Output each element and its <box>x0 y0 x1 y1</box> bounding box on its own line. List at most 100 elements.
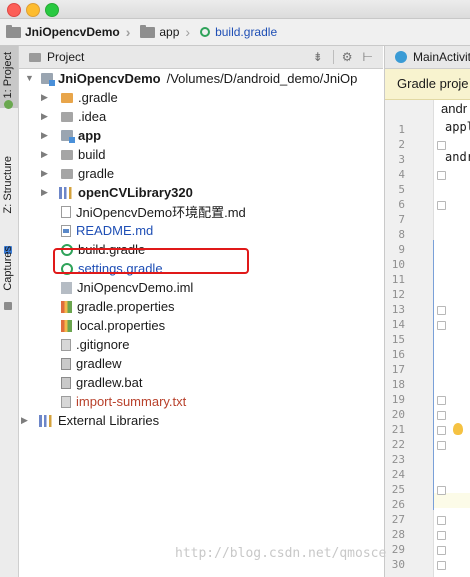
line-number: 4 <box>398 168 405 181</box>
breadcrumb-label: build.gradle <box>215 25 278 39</box>
tab-label: Z: Structure <box>2 156 14 214</box>
line-number: 20 <box>391 408 405 421</box>
line-number: 19 <box>391 393 405 406</box>
folder-icon <box>140 24 156 38</box>
tree-item[interactable]: gradlew <box>61 354 122 373</box>
collapsed-arrow-icon[interactable]: ▶ <box>41 130 48 141</box>
watermark: http://blog.csdn.net/qmosce <box>175 546 387 561</box>
line-number: 22 <box>391 438 405 451</box>
fold-marker-icon[interactable] <box>437 516 446 525</box>
project-tree: ▼ JniOpencvDemo /Volumes/D/android_demo/… <box>19 69 383 577</box>
folder-icon <box>61 93 73 103</box>
line-number: 21 <box>391 423 405 436</box>
tree-item[interactable]: ▶ build <box>41 145 105 164</box>
tree-item[interactable]: README.md <box>61 221 153 240</box>
hide-panel-icon[interactable]: ⊢ <box>363 50 373 64</box>
code-line[interactable]: appl <box>445 120 470 134</box>
banner-text: Gradle proje <box>397 76 469 91</box>
editor-pane: MainActivit Gradle proje andr 1234567891… <box>384 46 470 577</box>
breadcrumb: JniOpencvDemo › app › build.gradle <box>0 19 470 46</box>
fold-marker-icon[interactable] <box>437 321 446 330</box>
folder-icon <box>6 24 21 38</box>
fold-marker-icon[interactable] <box>437 426 446 435</box>
library-module-icon <box>59 186 73 199</box>
fold-marker-icon[interactable] <box>437 201 446 210</box>
tree-root[interactable]: ▼ JniOpencvDemo /Volumes/D/android_demo/… <box>25 69 357 88</box>
tree-item-label: JniOpencvDemo <box>58 71 161 86</box>
fold-marker-icon[interactable] <box>437 546 446 555</box>
tab-main-activity[interactable]: MainActivit <box>413 50 470 64</box>
tree-item-label: .gitignore <box>76 337 130 352</box>
tab-project[interactable]: 1: Project <box>0 46 18 109</box>
collapsed-arrow-icon[interactable]: ▶ <box>21 415 28 426</box>
line-number: 24 <box>391 468 405 481</box>
tree-item[interactable]: ▶ app <box>41 126 101 145</box>
breadcrumb-label: app <box>159 25 180 39</box>
banner-button[interactable]: andr <box>441 101 467 116</box>
highlight-box <box>53 248 249 274</box>
lightbulb-icon[interactable] <box>453 423 463 435</box>
tree-item[interactable]: ▶ gradle <box>41 164 114 183</box>
tree-item-label: External Libraries <box>58 413 160 428</box>
markdown-file-icon <box>61 224 71 237</box>
left-tool-strip: 1: Project Z: Structure Captures <box>0 46 19 577</box>
project-view-icon <box>29 52 41 62</box>
indent-guide <box>433 240 434 510</box>
line-number: 17 <box>391 363 405 376</box>
collapse-all-icon[interactable]: ⇟ <box>313 50 323 64</box>
fold-marker-icon[interactable] <box>437 306 446 315</box>
line-number: 1 <box>398 123 405 136</box>
tab-structure[interactable]: Z: Structure <box>0 156 18 256</box>
tree-item[interactable]: ▶ .idea <box>41 107 106 126</box>
fold-marker-icon[interactable] <box>437 441 446 450</box>
folder-icon <box>61 150 73 160</box>
tree-item-label: openCVLibrary320 <box>78 185 193 200</box>
tree-item[interactable]: gradle.properties <box>61 297 175 316</box>
gear-icon[interactable]: ⚙ <box>342 50 353 64</box>
tree-item-label: gradlew <box>76 356 122 371</box>
collapsed-arrow-icon[interactable]: ▶ <box>41 149 48 160</box>
fold-marker-icon[interactable] <box>437 141 446 150</box>
tree-item[interactable]: .gitignore <box>61 335 129 354</box>
gradle-sync-banner: Gradle proje <box>385 69 470 100</box>
window-titlebar <box>0 0 470 19</box>
tree-item[interactable]: ▶ .gradle <box>41 88 118 107</box>
tree-item-label: JniOpencvDemo环境配置.md <box>76 205 246 220</box>
panel-title[interactable]: Project <box>47 50 313 64</box>
breadcrumb-app[interactable]: app › <box>134 19 194 45</box>
divider <box>332 50 334 64</box>
collapsed-arrow-icon[interactable]: ▶ <box>41 111 48 122</box>
tree-item-label: README.md <box>76 223 154 238</box>
close-window-button[interactable] <box>7 3 21 17</box>
fold-marker-icon[interactable] <box>437 486 446 495</box>
captures-icon <box>4 302 12 310</box>
collapsed-arrow-icon[interactable]: ▶ <box>41 92 48 103</box>
editor-tab-bar: MainActivit <box>385 46 470 69</box>
code-line[interactable]: andr <box>445 150 470 164</box>
tree-item-opencv[interactable]: ▶ openCVLibrary320 <box>41 183 193 202</box>
module-icon <box>41 73 55 86</box>
fold-marker-icon[interactable] <box>437 561 446 570</box>
fold-marker-icon[interactable] <box>437 396 446 405</box>
breadcrumb-build-gradle[interactable]: build.gradle <box>194 19 281 45</box>
minimize-window-button[interactable] <box>26 3 40 17</box>
tab-captures[interactable]: Captures <box>0 246 18 316</box>
fold-marker-icon[interactable] <box>437 171 446 180</box>
line-number: 28 <box>391 528 405 541</box>
breadcrumb-project[interactable]: JniOpencvDemo › <box>0 19 134 45</box>
tree-item[interactable]: import-summary.txt <box>61 392 186 411</box>
collapsed-arrow-icon[interactable]: ▶ <box>41 187 48 198</box>
collapsed-arrow-icon[interactable]: ▶ <box>41 168 48 179</box>
tree-item[interactable]: gradlew.bat <box>61 373 143 392</box>
tree-item[interactable]: JniOpencvDemo.iml <box>61 278 193 297</box>
expanded-arrow-icon[interactable]: ▼ <box>25 73 34 83</box>
fold-marker-icon[interactable] <box>437 411 446 420</box>
tree-item[interactable]: JniOpencvDemo环境配置.md <box>61 202 246 221</box>
tree-item[interactable]: local.properties <box>61 316 165 335</box>
tree-item-label: local.properties <box>77 318 166 333</box>
zoom-window-button[interactable] <box>45 3 59 17</box>
fold-marker-icon[interactable] <box>437 531 446 540</box>
line-number: 18 <box>391 378 405 391</box>
tree-item-external-libraries[interactable]: ▶ External Libraries <box>21 411 159 430</box>
line-number: 12 <box>391 288 405 301</box>
